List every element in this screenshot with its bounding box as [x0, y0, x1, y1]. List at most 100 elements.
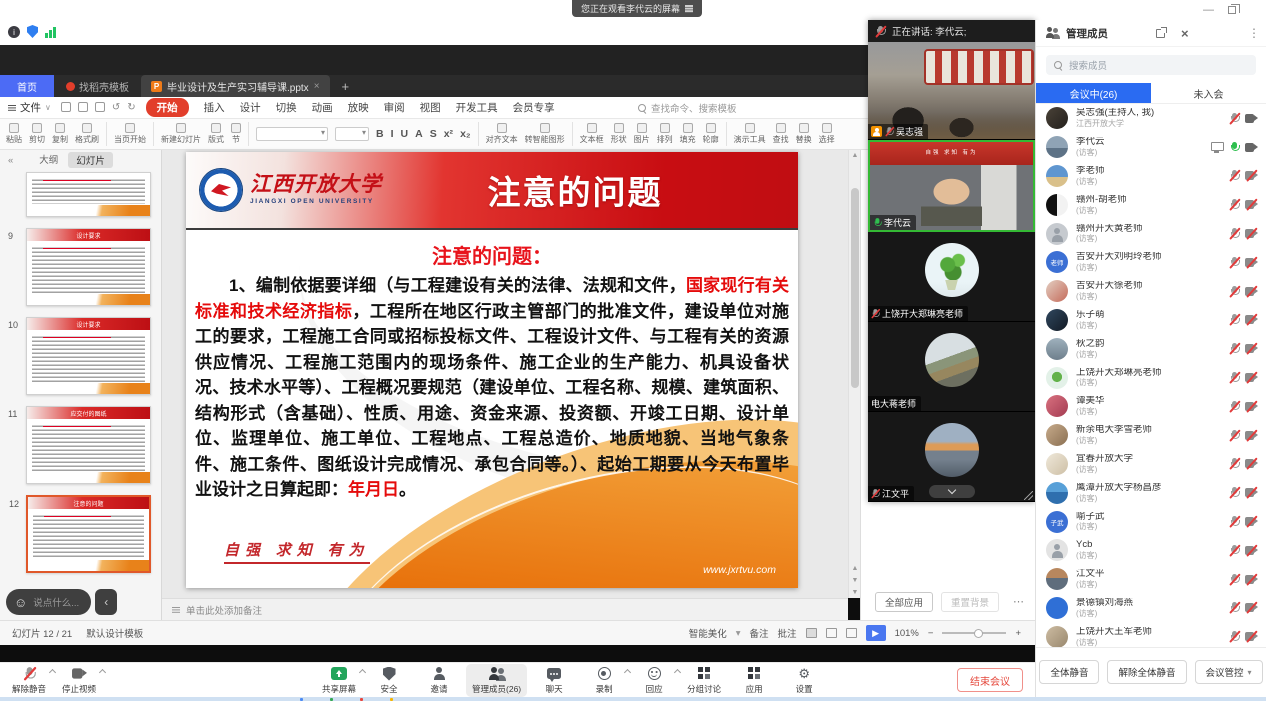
ribbon-item[interactable]: 当页开始: [114, 123, 146, 145]
manage-members-button[interactable]: 管理成员(26): [466, 664, 527, 697]
mic-state-icon[interactable]: [1228, 169, 1240, 182]
video-options-caret[interactable]: [99, 668, 106, 675]
breakout-rooms-button[interactable]: 分组讨论: [687, 666, 721, 695]
camera-state-icon[interactable]: [1245, 143, 1258, 152]
video-tile[interactable]: 自强 求知 有为 李代云: [868, 140, 1035, 232]
shield-icon[interactable]: [27, 25, 38, 38]
mic-state-icon[interactable]: [1228, 400, 1240, 413]
tab-slides[interactable]: 幻灯片: [68, 152, 113, 168]
ribbon-item[interactable]: 复制: [52, 123, 68, 145]
camera-state-icon[interactable]: [1245, 344, 1258, 353]
mic-options-caret[interactable]: [49, 668, 56, 675]
chat-button[interactable]: 聊天: [537, 666, 571, 695]
ribbon-item[interactable]: U: [401, 128, 409, 140]
zoom-slider-knob[interactable]: [974, 629, 983, 638]
sorter-view-icon[interactable]: [826, 628, 837, 638]
restore-button[interactable]: [1228, 6, 1236, 14]
video-tile[interactable]: 上饶开大郑琳亮老师: [868, 232, 1035, 322]
participant-row[interactable]: 李老师 (访客): [1036, 162, 1266, 191]
ribbon-item[interactable]: 转智能图形: [525, 123, 565, 145]
chat-input[interactable]: ☺ 说点什么...: [6, 589, 91, 615]
camera-state-icon[interactable]: [1245, 229, 1258, 238]
slideshow-play-button[interactable]: ▶: [866, 625, 886, 641]
participant-row[interactable]: 鹰潭开放大学杨昌彦 (访客): [1036, 478, 1266, 507]
menu-item[interactable]: 动画: [312, 100, 333, 115]
end-meeting-button[interactable]: 结束会议: [957, 668, 1023, 692]
settings-button[interactable]: ⚙ 设置: [787, 666, 821, 695]
mic-state-icon[interactable]: [1228, 141, 1240, 154]
menu-item[interactable]: 切换: [276, 100, 297, 115]
collapse-panel-button[interactable]: «: [8, 155, 13, 166]
video-tile[interactable]: 吴志强: [868, 42, 1035, 140]
camera-state-icon[interactable]: [1245, 488, 1258, 497]
ribbon-item[interactable]: 选择: [819, 123, 835, 145]
menu-item[interactable]: 开发工具: [456, 100, 498, 115]
reset-background-button[interactable]: 重置背景: [941, 592, 999, 612]
mic-state-icon[interactable]: [1228, 371, 1240, 384]
mic-state-icon[interactable]: [1228, 112, 1240, 125]
resize-handle[interactable]: [1024, 491, 1033, 500]
ribbon-item[interactable]: 轮廓: [703, 123, 719, 145]
mic-state-icon[interactable]: [1228, 227, 1240, 240]
mic-state-icon[interactable]: [1228, 630, 1240, 643]
zoom-out-button[interactable]: −: [928, 628, 934, 639]
mic-state-icon[interactable]: [1228, 544, 1240, 557]
participant-row[interactable]: 吉安开大徐老师 (访客): [1036, 277, 1266, 306]
notes-toggle[interactable]: 备注: [750, 626, 769, 640]
participant-row[interactable]: 赣州-胡老师 (访客): [1036, 190, 1266, 219]
zoom-fit-label[interactable]: 101%: [895, 628, 919, 639]
zoom-in-button[interactable]: +: [1015, 628, 1021, 639]
ribbon-item[interactable]: 排列: [657, 123, 673, 145]
member-search-input[interactable]: 搜索成员: [1046, 55, 1256, 75]
ribbon-item[interactable]: [572, 122, 573, 146]
participant-row[interactable]: 江文平 (访客): [1036, 565, 1266, 594]
participant-row[interactable]: Ycb (访客): [1036, 536, 1266, 565]
notes-bar[interactable]: 单击此处添加备注: [162, 598, 848, 620]
share-options-caret[interactable]: [359, 668, 366, 675]
mic-state-icon[interactable]: [1228, 256, 1240, 269]
mic-state-icon[interactable]: [1228, 198, 1240, 211]
invite-button[interactable]: 邀请: [422, 666, 456, 695]
beautify-button[interactable]: 智能美化: [689, 626, 727, 640]
camera-state-icon[interactable]: [1245, 315, 1258, 324]
slide-thumbnail[interactable]: 12 注意的问题: [26, 495, 151, 573]
close-panel-icon[interactable]: ×: [1181, 26, 1189, 41]
chat-collapse-button[interactable]: ‹: [95, 589, 117, 615]
emoji-icon[interactable]: ☺: [14, 595, 27, 610]
share-screen-button[interactable]: 共享屏幕: [322, 666, 356, 695]
participant-row[interactable]: 吴志强(主持人, 我) 江西开放大学: [1036, 104, 1266, 133]
mic-state-icon[interactable]: [1228, 573, 1240, 586]
ribbon-item[interactable]: A: [415, 128, 423, 140]
video-panel-collapse-button[interactable]: [929, 485, 975, 498]
normal-view-icon[interactable]: [806, 628, 817, 638]
camera-state-icon[interactable]: [1245, 431, 1258, 440]
tab-docer[interactable]: 找稻壳模板: [54, 79, 141, 94]
camera-state-icon[interactable]: [1245, 575, 1258, 584]
ribbon-item[interactable]: 对齐文本: [486, 123, 518, 145]
more-options-icon[interactable]: ⋯: [1013, 595, 1025, 608]
camera-state-icon[interactable]: [1245, 402, 1258, 411]
tab-in-meeting[interactable]: 会议中(26): [1036, 83, 1151, 103]
participant-row[interactable]: 赣州开大黄老师 (访客): [1036, 219, 1266, 248]
record-options-caret[interactable]: [624, 668, 631, 675]
comments-toggle[interactable]: 批注: [778, 626, 797, 640]
menu-item[interactable]: 审阅: [384, 100, 405, 115]
ribbon-item[interactable]: x₂: [460, 128, 471, 140]
ribbon-item[interactable]: I: [391, 128, 394, 140]
slide-thumbnail[interactable]: 9 设计要求: [26, 228, 151, 306]
participant-row[interactable]: 上饶开大郑琳亮老师 (访客): [1036, 363, 1266, 392]
mic-state-icon[interactable]: [1228, 313, 1240, 326]
record-button[interactable]: 录制: [587, 666, 621, 695]
ribbon-item[interactable]: 格式刷: [75, 123, 99, 145]
mic-state-icon[interactable]: [1228, 285, 1240, 298]
zoom-slider[interactable]: [942, 632, 1006, 634]
camera-state-icon[interactable]: [1245, 546, 1258, 555]
mute-all-button[interactable]: 全体静音: [1039, 660, 1099, 684]
ribbon-item[interactable]: [478, 122, 479, 146]
camera-state-icon[interactable]: [1245, 459, 1258, 468]
camera-state-icon[interactable]: [1245, 287, 1258, 296]
mic-state-icon[interactable]: [1228, 429, 1240, 442]
new-tab-button[interactable]: +: [330, 79, 362, 94]
camera-state-icon[interactable]: [1245, 373, 1258, 382]
participant-row[interactable]: 谭美华 (访客): [1036, 392, 1266, 421]
